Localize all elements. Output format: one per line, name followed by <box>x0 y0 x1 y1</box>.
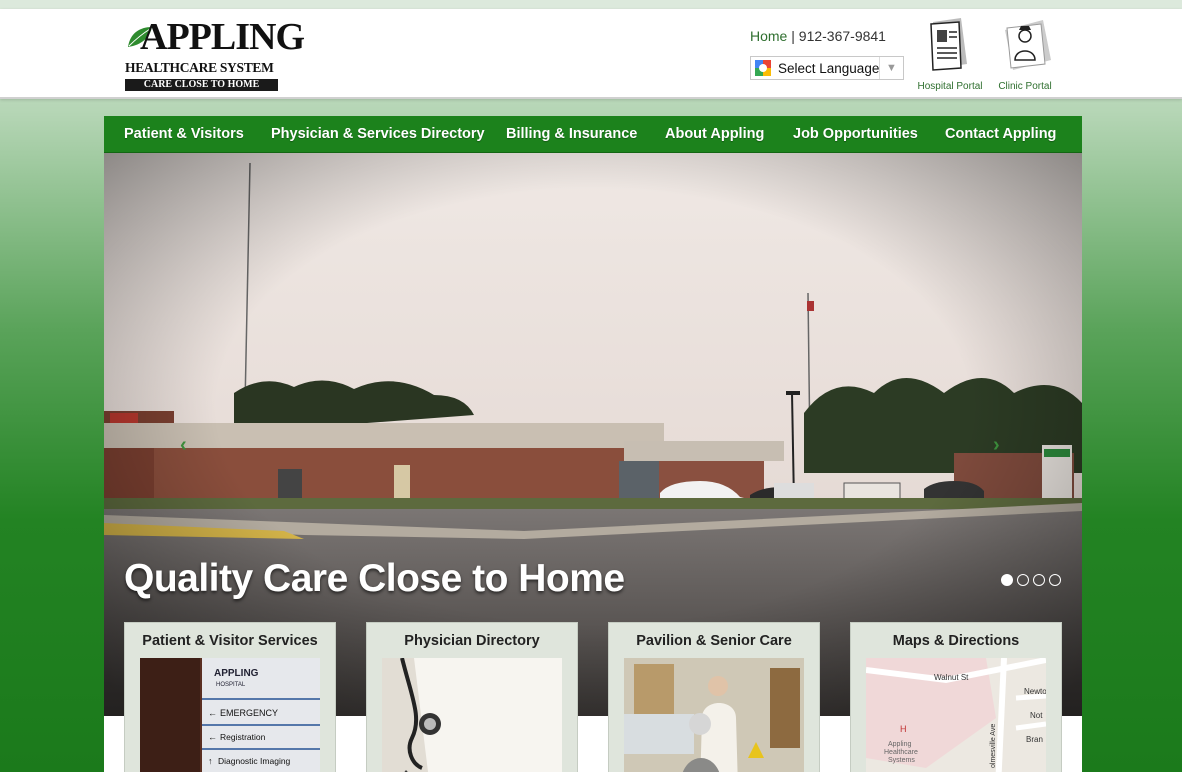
sign-text: HOSPITAL <box>216 682 246 688</box>
utility-links: Home | 912-367-9841 <box>750 28 886 44</box>
clinic-portal-link[interactable]: Clinic Portal <box>990 16 1060 92</box>
separator: | <box>791 28 795 44</box>
logo-tagline: CARE CLOSE TO HOME <box>125 79 278 91</box>
card-image-stethoscope <box>382 658 562 772</box>
card-image-senior-care <box>624 658 804 772</box>
map-label: H <box>900 724 907 734</box>
card-patient-visitor-services[interactable]: Patient & Visitor Services APPLING HOSPI… <box>124 622 336 772</box>
home-link[interactable]: Home <box>750 28 787 44</box>
card-title: Patient & Visitor Services <box>142 633 318 649</box>
hospital-portal-link[interactable]: Hospital Portal <box>915 16 985 92</box>
card-image-signage: APPLING HOSPITAL ← EMERGENCY ← Registrat… <box>140 658 320 772</box>
card-physician-directory[interactable]: Physician Directory <box>366 622 578 772</box>
phone-number: 912-367-9841 <box>798 28 886 44</box>
sign-text: Diagnostic Imaging <box>218 756 291 766</box>
card-image-map: Walnut St Newto Not Bran olmesville Ave … <box>866 658 1046 772</box>
sign-text: EMERGENCY <box>220 708 278 718</box>
card-maps-directions[interactable]: Maps & Directions Walnut St Newto Not Br… <box>850 622 1062 772</box>
chevron-down-icon: ▼ <box>879 57 903 79</box>
language-select[interactable]: Select Language ▼ <box>750 56 904 80</box>
sign-text: Registration <box>220 732 266 742</box>
prev-slide-icon[interactable]: ‹ <box>180 434 187 457</box>
main-nav: Patient & Visitors Physician & Services … <box>104 116 1082 153</box>
doctor-icon <box>1005 20 1051 70</box>
map-label: Newto <box>1024 687 1046 696</box>
logo-subtitle: HEALTHCARE SYSTEM <box>125 60 274 75</box>
appling-logo[interactable]: APPLING HEALTHCARE SYSTEM CARE CLOSE TO … <box>124 16 305 93</box>
nav-item-billing-insurance[interactable]: Billing & Insurance <box>506 126 637 142</box>
nav-item-job-opportunities[interactable]: Job Opportunities <box>793 126 918 142</box>
nav-item-contact-appling[interactable]: Contact Appling <box>945 126 1056 142</box>
slide-dot[interactable] <box>1049 574 1061 586</box>
document-icon <box>930 18 967 71</box>
svg-text:←: ← <box>208 708 217 718</box>
card-pavilion-senior-care[interactable]: Pavilion & Senior Care <box>608 622 820 772</box>
slide-dot[interactable] <box>1001 574 1013 586</box>
slide-dot[interactable] <box>1017 574 1029 586</box>
card-title: Physician Directory <box>404 633 540 649</box>
nav-item-physician-directory[interactable]: Physician & Services Directory <box>271 126 485 142</box>
site-header: APPLING HEALTHCARE SYSTEM CARE CLOSE TO … <box>0 9 1182 99</box>
next-slide-icon[interactable]: › <box>993 434 1000 457</box>
svg-text:←: ← <box>208 732 217 742</box>
map-label: Healthcare <box>884 749 918 756</box>
card-title: Pavilion & Senior Care <box>636 633 792 649</box>
logo-title: APPLING <box>140 16 305 58</box>
top-band <box>0 0 1182 9</box>
map-label: Appling <box>888 741 911 748</box>
slide-dot[interactable] <box>1033 574 1045 586</box>
svg-text:↑: ↑ <box>208 756 213 766</box>
card-title: Maps & Directions <box>892 633 1020 649</box>
slider-pagination <box>1001 574 1061 586</box>
clinic-portal-label: Clinic Portal <box>998 81 1052 92</box>
nav-item-patients-visitors[interactable]: Patient & Visitors <box>124 126 244 142</box>
map-label: Systems <box>888 757 915 764</box>
map-label: Bran <box>1026 735 1043 744</box>
hero-caption: Quality Care Close to Home <box>124 557 625 600</box>
map-label: olmesville Ave <box>990 724 997 768</box>
language-select-label: Select Language <box>778 60 880 76</box>
hospital-portal-label: Hospital Portal <box>917 81 983 92</box>
map-label: Not <box>1030 711 1043 720</box>
map-label: Walnut St <box>934 673 969 682</box>
nav-item-about-appling[interactable]: About Appling <box>665 126 764 142</box>
sign-text: APPLING <box>214 668 259 679</box>
google-translate-icon <box>755 60 771 76</box>
